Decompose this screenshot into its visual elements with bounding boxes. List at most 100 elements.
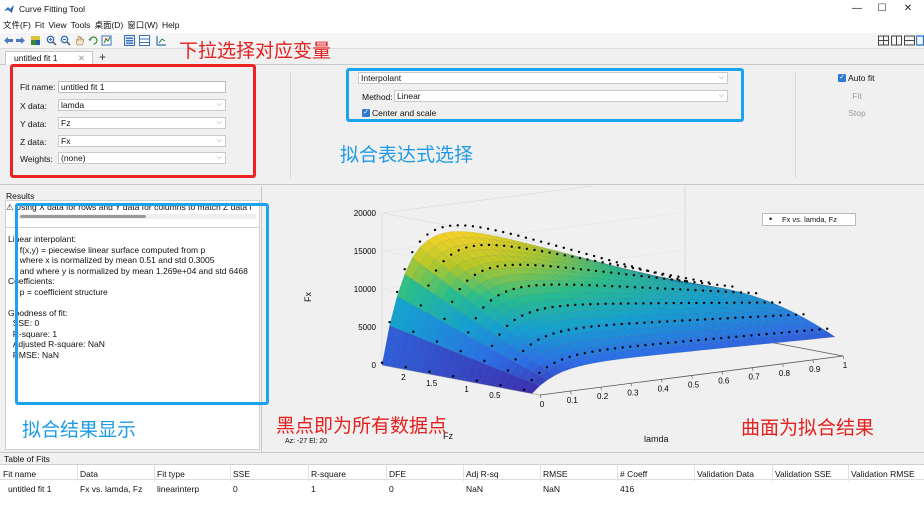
data-point [662, 272, 665, 276]
close-button[interactable]: ✕ [898, 2, 918, 16]
data-point [680, 301, 683, 305]
x-tick-mark [751, 367, 754, 371]
menu-tools[interactable]: Tools [69, 18, 93, 33]
menu-help[interactable]: Help [160, 18, 181, 33]
data-point [787, 313, 790, 317]
data-point [663, 277, 666, 280]
data-point [610, 271, 613, 274]
arrow-left-icon[interactable] [3, 35, 14, 46]
axes-limits-icon[interactable] [156, 35, 167, 46]
data-point [524, 236, 528, 239]
layout-grid-icon[interactable] [916, 35, 924, 46]
menu-bar: 文件(F) Fit View Tools 桌面(D) 窗口(W) Help [0, 18, 924, 33]
column-header[interactable]: Fit type [157, 469, 185, 479]
data-point [672, 301, 675, 305]
data-cursor-icon[interactable] [101, 35, 112, 46]
data-point [443, 317, 446, 321]
arrow-right-icon[interactable] [15, 35, 26, 46]
data-point [687, 301, 691, 305]
fit-button[interactable]: Fit [836, 91, 878, 101]
column-header[interactable]: Fit name [3, 469, 36, 479]
column-header[interactable]: Validation Data [697, 469, 754, 479]
panel-divider [290, 72, 291, 178]
data-point [535, 284, 538, 287]
column-header[interactable]: R-square [311, 469, 346, 479]
data-point [583, 351, 586, 355]
data-point [621, 346, 624, 349]
layout-rows-icon[interactable] [904, 35, 915, 46]
data-point [788, 330, 791, 334]
column-header[interactable]: Adj R-sq [466, 469, 499, 479]
column-header[interactable]: Data [80, 469, 98, 479]
menu-desktop[interactable]: 桌面(D) [92, 18, 125, 33]
data-point [689, 339, 693, 343]
data-point [765, 332, 768, 336]
table-of-fits: Table of Fits Fit name Data Fit type SSE R-s… [0, 452, 924, 510]
data-point [522, 349, 525, 353]
data-point [487, 243, 491, 247]
data-point [629, 345, 632, 348]
data-point [418, 240, 422, 243]
data-point [604, 302, 607, 306]
data-point [565, 283, 568, 286]
x-tick-label: 0.7 [749, 373, 761, 382]
data-point [529, 343, 532, 346]
data-point [633, 285, 637, 289]
data-point [451, 375, 455, 378]
data-point [702, 301, 706, 305]
column-header[interactable]: Validation RMSE [851, 469, 915, 479]
data-point [749, 315, 752, 319]
data-point [496, 265, 499, 268]
auto-fit-checkbox[interactable]: ✓ [838, 74, 846, 82]
layout-split-icon[interactable] [891, 35, 902, 46]
data-point [726, 317, 729, 320]
menu-window[interactable]: 窗口(W) [125, 18, 160, 33]
data-point [597, 324, 601, 328]
data-point [658, 320, 661, 324]
stop-button[interactable]: Stop [836, 108, 878, 118]
legend-toggle-icon[interactable] [124, 35, 135, 46]
menu-file[interactable]: 文件(F) [0, 18, 33, 33]
rotate-3d-icon[interactable] [88, 35, 99, 46]
data-point [794, 313, 798, 316]
annotation-black-dots: 黑点即为所有数据点 [276, 415, 448, 437]
pan-hand-icon[interactable] [74, 35, 85, 46]
annotation-blue-box-results [15, 203, 269, 405]
data-point [617, 272, 620, 275]
column-header[interactable]: DFE [389, 469, 406, 479]
surface-plot-icon[interactable] [30, 35, 41, 46]
menu-view[interactable]: View [46, 18, 68, 33]
data-point [635, 321, 639, 325]
data-point [718, 317, 722, 320]
data-point [619, 302, 622, 305]
data-point [673, 319, 676, 323]
data-point [555, 244, 558, 247]
data-point [592, 254, 596, 258]
data-point [498, 333, 501, 336]
data-point [795, 330, 799, 333]
column-header[interactable]: # Coeff [620, 469, 647, 479]
menu-fit[interactable]: Fit [33, 18, 46, 33]
layout-single-icon[interactable] [878, 35, 889, 46]
zoom-in-icon[interactable] [46, 35, 57, 46]
data-point [419, 304, 423, 307]
data-point [681, 319, 684, 322]
minimize-button[interactable]: — [847, 2, 867, 16]
grid-toggle-icon[interactable] [139, 35, 150, 46]
data-point [495, 244, 498, 247]
tab-untitled-fit-1[interactable]: untitled fit 1 ✕ [5, 51, 93, 65]
data-point [428, 370, 431, 373]
data-point [709, 289, 712, 293]
column-header[interactable]: Validation SSE [775, 469, 831, 479]
add-tab-button[interactable]: + [99, 51, 106, 63]
data-point [693, 280, 696, 284]
data-point [717, 290, 720, 293]
data-point [620, 322, 623, 326]
column-header[interactable]: SSE [233, 469, 250, 479]
z-tick-label: 5000 [358, 323, 376, 332]
plot-legend[interactable]: • Fx vs. lamda, Fz [762, 213, 856, 226]
maximize-button[interactable]: ☐ [872, 2, 892, 16]
zoom-out-icon[interactable] [60, 35, 71, 46]
column-header[interactable]: RMSE [543, 469, 568, 479]
data-point [603, 284, 606, 288]
